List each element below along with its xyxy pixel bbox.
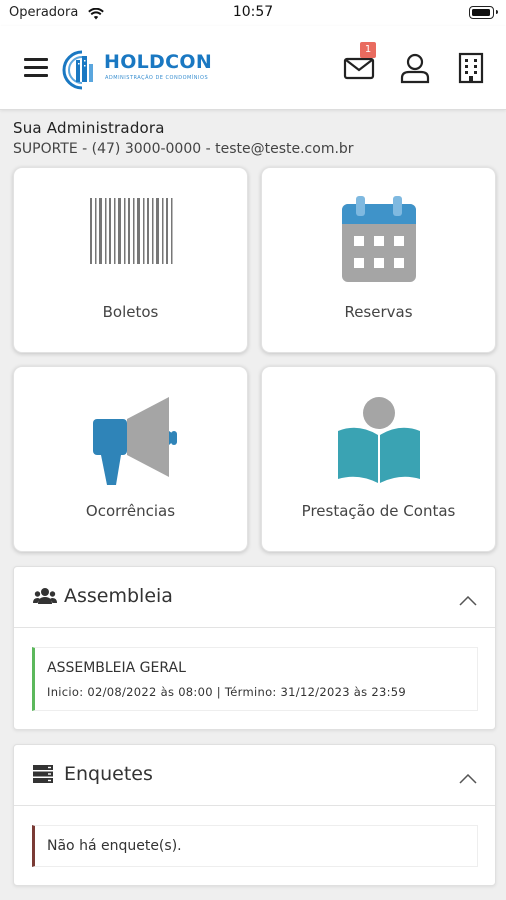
tile-label: Boletos xyxy=(102,303,159,321)
profile-button[interactable] xyxy=(399,52,431,84)
megaphone-icon xyxy=(14,395,247,489)
enquetes-panel-header[interactable]: Enquetes xyxy=(14,745,495,806)
assembleia-panel-header[interactable]: Assembleia xyxy=(14,567,495,628)
assembleia-panel: Assembleia ASSEMBLEIA GERAL Inicio: 02/0… xyxy=(13,566,496,730)
tile-reservas[interactable]: Reservas xyxy=(261,167,496,353)
assembleia-item[interactable]: ASSEMBLEIA GERAL Inicio: 02/08/2022 às 0… xyxy=(32,647,478,711)
tile-boletos[interactable]: Boletos xyxy=(13,167,248,353)
brand-logo: HOLDCON ADMINISTRAÇÃO DE CONDOMÍNIOS xyxy=(62,48,212,92)
chevron-up-icon[interactable] xyxy=(459,769,477,788)
user-icon xyxy=(400,53,430,84)
battery-icon xyxy=(469,6,498,19)
tile-label: Prestação de Contas xyxy=(301,502,456,520)
logo-mark-icon xyxy=(62,50,93,90)
tile-label: Reservas xyxy=(344,303,413,321)
admin-contact: SUPORTE - (47) 3000-0000 - teste@teste.c… xyxy=(13,141,354,157)
enquetes-title: Enquetes xyxy=(64,763,153,785)
server-icon xyxy=(33,765,53,787)
menu-button[interactable] xyxy=(24,58,48,78)
condominium-button[interactable] xyxy=(455,52,487,84)
tile-ocorrencias[interactable]: Ocorrências xyxy=(13,366,248,552)
clock: 10:57 xyxy=(232,4,274,20)
chevron-up-icon[interactable] xyxy=(459,591,477,610)
assembleia-item-dates: Inicio: 02/08/2022 às 08:00 | Término: 3… xyxy=(47,685,407,699)
messages-button[interactable]: 1 xyxy=(343,42,376,84)
admin-title: Sua Administradora xyxy=(13,119,165,137)
enquetes-empty-text: Não há enquete(s). xyxy=(47,838,182,854)
reading-person-icon xyxy=(262,395,495,489)
barcode-icon xyxy=(14,196,247,270)
enquetes-panel: Enquetes Não há enquete(s). xyxy=(13,744,496,886)
enquetes-empty-item: Não há enquete(s). xyxy=(32,825,478,867)
users-icon xyxy=(33,587,57,609)
app-header: HOLDCON ADMINISTRAÇÃO DE CONDOMÍNIOS 1 xyxy=(0,26,506,110)
brand-tagline: ADMINISTRAÇÃO DE CONDOMÍNIOS xyxy=(105,75,209,81)
hamburger-line xyxy=(24,58,48,61)
tile-label: Ocorrências xyxy=(85,502,176,520)
hamburger-line xyxy=(24,66,48,69)
brand-name: HOLDCON xyxy=(104,51,213,73)
tile-prestacao-de-contas[interactable]: Prestação de Contas xyxy=(261,366,496,552)
notification-badge: 1 xyxy=(360,42,376,58)
assembleia-item-title: ASSEMBLEIA GERAL xyxy=(47,660,186,676)
building-icon xyxy=(458,52,484,84)
hamburger-line xyxy=(24,74,48,77)
status-bar: Operadora 10:57 xyxy=(0,0,506,26)
assembleia-title: Assembleia xyxy=(64,585,173,607)
calendar-icon xyxy=(262,194,495,288)
